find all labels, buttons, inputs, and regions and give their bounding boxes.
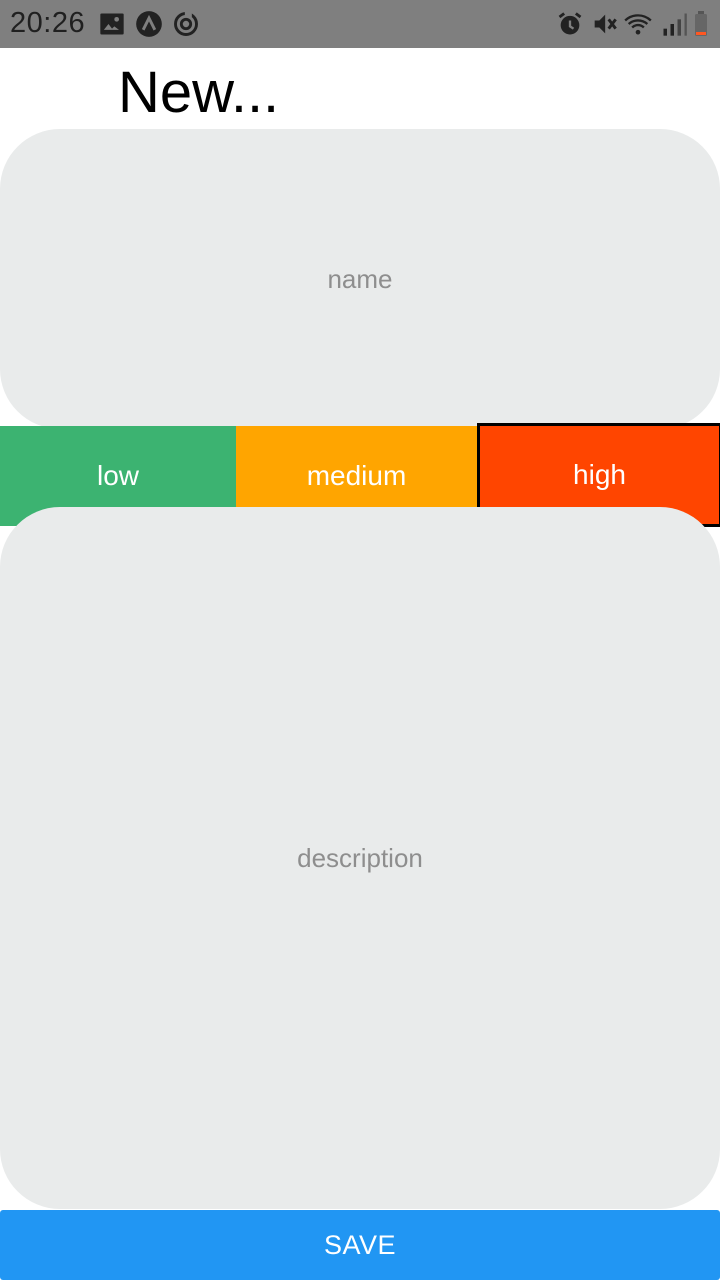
description-placeholder: description xyxy=(297,842,423,873)
status-bar: 20:26 xyxy=(0,0,720,48)
sync-icon xyxy=(172,10,200,38)
wifi-icon xyxy=(624,10,652,38)
status-time: 20:26 xyxy=(10,7,86,39)
signal-icon xyxy=(660,10,688,38)
name-input[interactable]: name xyxy=(0,129,720,429)
vibrate-icon xyxy=(590,10,618,38)
image-icon xyxy=(98,10,126,38)
description-input[interactable]: description xyxy=(0,507,720,1209)
app-a-icon xyxy=(135,10,163,38)
page-title: New... xyxy=(118,60,280,125)
battery-icon xyxy=(690,10,712,38)
alarm-icon xyxy=(556,10,584,38)
save-button[interactable]: SAVE xyxy=(0,1210,720,1280)
name-placeholder: name xyxy=(327,263,393,294)
